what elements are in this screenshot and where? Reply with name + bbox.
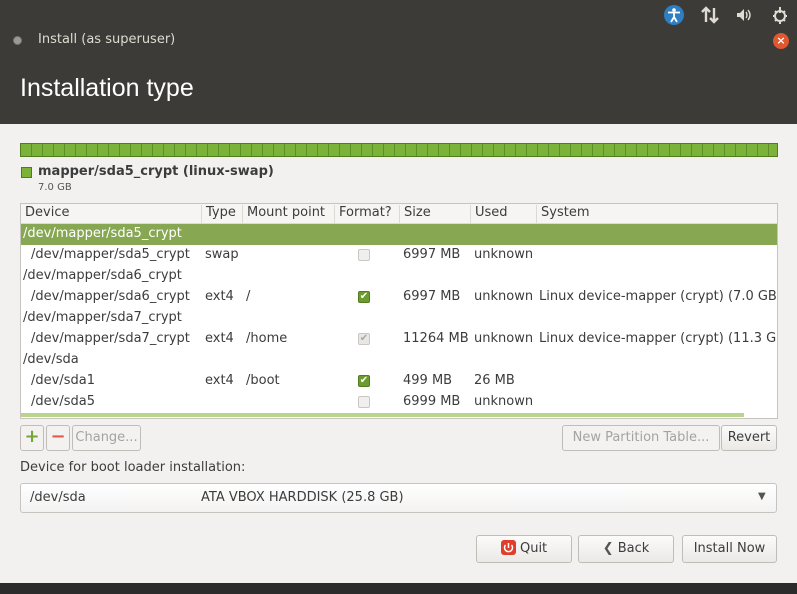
cell-system: Linux device-mapper (crypt) (11.3 GB) [539,331,778,346]
back-label: Back [617,541,650,556]
horizontal-scrollbar[interactable] [21,413,744,417]
table-row[interactable]: /dev/mapper/sda6_crypt ext4 / 6997 MB unknow… [21,287,778,308]
bootloader-description: ATA VBOX HARDDISK (25.8 GB) [201,490,404,505]
partition-bar [20,143,778,157]
cell-used: unknown [474,247,534,262]
chevron-down-icon: ▼ [758,491,766,502]
table-row[interactable]: /dev/sda [21,350,777,371]
table-row[interactable]: /dev/mapper/sda7_crypt ext4/home 11264 MB u… [21,329,778,350]
install-now-button[interactable]: Install Now [682,535,777,563]
table-row[interactable]: /dev/mapper/sda6_crypt [21,266,777,287]
plus-icon: + [24,426,40,447]
bottom-strip [0,583,797,594]
remove-partition-button[interactable]: − [46,425,70,451]
cell-device: /dev/sda1 [31,373,95,388]
table-row[interactable]: /dev/mapper/sda5_crypt [21,224,777,245]
window-title: Install (as superuser) [38,32,176,47]
page-title: Installation type [20,74,194,102]
cell-size: 499 MB [403,373,453,388]
top-panel [0,0,797,30]
table-row[interactable]: /dev/sda5 6999 MB unknown [21,392,777,413]
bootloader-device-select[interactable]: /dev/sda ATA VBOX HARDDISK (25.8 GB) ▼ [20,483,777,513]
quit-button[interactable]: Quit [476,535,572,563]
partition-table[interactable]: Device Type Mount point Format? Size Use… [20,203,778,419]
cell-mount: / [246,289,251,304]
content: mapper/sda5_crypt (linux-swap) 7.0 GB De… [0,124,797,583]
column-header-device[interactable]: Device [21,205,201,223]
format-checkbox[interactable]: ✔ [358,375,370,387]
table-body: /dev/mapper/sda5_crypt/dev/mapper/sda5_c… [21,224,778,413]
cell-system: Linux device-mapper (crypt) (7.0 GB) [539,289,778,304]
bootloader-label: Device for boot loader installation: [20,460,246,475]
cell-used: unknown [474,394,534,409]
format-checkbox[interactable] [358,396,370,408]
close-icon[interactable]: × [773,33,789,49]
power-icon [500,540,516,555]
cell-type: swap [205,247,239,262]
quit-label: Quit [519,541,548,556]
revert-button[interactable]: Revert [721,425,777,451]
cell-used: unknown [474,331,534,346]
cell-type: ext4 [205,289,234,304]
cell-mount: /boot [246,373,280,388]
window-menu-icon[interactable] [13,36,22,45]
column-header-size[interactable]: Size [399,205,470,223]
minus-icon: − [50,426,66,447]
column-header-used[interactable]: Used [470,205,536,223]
cell-device: /dev/mapper/sda5_crypt [31,247,190,262]
partition-legend-size: 7.0 GB [38,182,72,193]
cell-mount: /home [246,331,288,346]
cell-used: unknown [474,289,534,304]
cell-device: /dev/sda5 [31,394,95,409]
table-header: Device Type Mount point Format? Size Use… [21,204,777,224]
back-button[interactable]: ❮ Back [578,535,674,563]
title-bar: Install (as superuser) × [0,30,797,52]
cell-type: ext4 [205,373,234,388]
column-header-mount[interactable]: Mount point [242,205,334,223]
gear-icon[interactable] [769,4,791,26]
cell-size: 6999 MB [403,394,461,409]
cell-device: /dev/mapper/sda6_crypt [23,268,182,283]
network-icon[interactable] [699,4,721,26]
cell-device: /dev/mapper/sda5_crypt [23,226,182,241]
format-checkbox[interactable] [358,249,370,261]
cell-device: /dev/mapper/sda6_crypt [31,289,190,304]
cell-device: /dev/mapper/sda7_crypt [23,310,182,325]
partition-legend-name: mapper/sda5_crypt (linux-swap) [38,164,274,179]
cell-device: /dev/mapper/sda7_crypt [31,331,190,346]
new-partition-table-button[interactable]: New Partition Table... [562,425,720,451]
bootloader-device: /dev/sda [30,490,86,505]
volume-icon[interactable] [734,4,756,26]
cell-device: /dev/sda [23,352,79,367]
table-row[interactable]: /dev/sda1 ext4/boot 499 MB 26 MB ✔ [21,371,777,392]
table-row[interactable]: /dev/mapper/sda7_crypt [21,308,777,329]
partition-legend-swatch [21,167,32,178]
chevron-left-icon: ❮ [602,541,614,556]
header: Installation type [0,52,797,124]
column-header-format[interactable]: Format? [334,205,399,223]
column-header-type[interactable]: Type [201,205,242,223]
cell-used: 26 MB [474,373,515,388]
cell-size: 6997 MB [403,289,461,304]
accessibility-icon[interactable] [663,4,685,26]
cell-size: 11264 MB [403,331,469,346]
table-row[interactable]: /dev/mapper/sda5_crypt swap 6997 MB unknown [21,245,777,266]
format-checkbox[interactable]: ✔ [358,291,370,303]
format-checkbox[interactable]: ✔ [358,333,370,345]
add-partition-button[interactable]: + [20,425,44,451]
cell-size: 6997 MB [403,247,461,262]
change-button[interactable]: Change... [72,425,141,451]
cell-type: ext4 [205,331,234,346]
column-header-system[interactable]: System [536,205,777,223]
